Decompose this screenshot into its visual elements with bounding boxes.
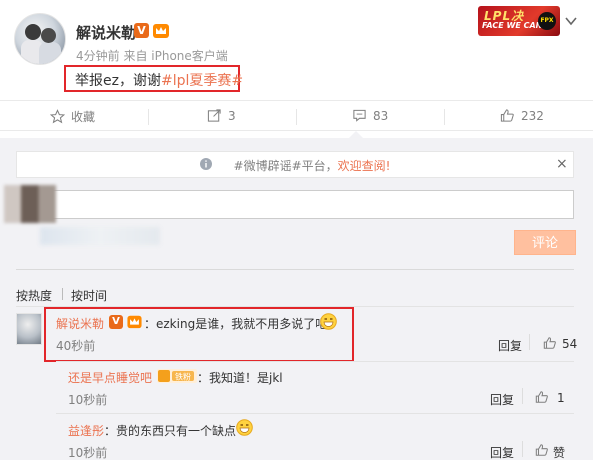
reply-button[interactable]: 回复	[498, 337, 522, 354]
action-bar: 收藏 3 83 232	[0, 100, 593, 131]
author-name[interactable]: 解说米勒	[76, 22, 136, 43]
vip-crown-icon	[153, 24, 169, 38]
close-icon[interactable]: ×	[556, 156, 568, 172]
thumbs-up-icon[interactable]	[535, 443, 549, 457]
action-separator	[529, 334, 530, 350]
post-body: 举报ez，谢谢	[75, 73, 161, 89]
reply-button[interactable]: 回复	[490, 391, 514, 408]
sort-by-hot[interactable]: 按热度	[16, 287, 52, 304]
notice-text: #微博辟谣#平台，欢迎查阅!	[0, 157, 590, 174]
reply-time: 10秒前	[68, 393, 108, 407]
svg-text:铁粉: 铁粉	[175, 372, 191, 382]
reply-author[interactable]: 还是早点睡觉吧	[68, 369, 152, 386]
fpx-banner-image: LPL决 FACE WE CAN FPX	[478, 6, 560, 36]
comment-icon	[353, 109, 366, 122]
post-text: 举报ez，谢谢#lpl夏季赛#	[75, 70, 243, 90]
action-separator	[522, 388, 523, 404]
reply-author[interactable]: 益逢彤	[68, 422, 104, 439]
repost-button[interactable]: 3	[207, 108, 236, 123]
current-user-avatar	[4, 185, 56, 223]
reply-time: 10秒前	[68, 446, 108, 460]
fpx-logo: FPX	[538, 12, 556, 30]
repost-icon	[207, 109, 221, 122]
blurred-options	[40, 227, 160, 245]
reply-like-count: 1	[557, 391, 565, 405]
vip-crown-icon	[127, 315, 142, 329]
reply-text: ：我知道！是jkl	[197, 371, 283, 385]
sort-by-time[interactable]: 按时间	[71, 287, 107, 304]
comment-author[interactable]: 解说米勒	[56, 315, 104, 332]
like-count: 232	[521, 108, 544, 123]
comment-like-count: 54	[562, 337, 578, 351]
grin-emoji-icon	[320, 313, 337, 330]
chevron-down-icon[interactable]	[564, 14, 578, 28]
grin-emoji-icon	[236, 419, 253, 436]
thumbs-up-icon	[500, 109, 514, 122]
comment-text: ：ezking是谁，我就不用多说了吧	[144, 317, 328, 331]
comment-button[interactable]: 83	[352, 108, 388, 123]
panel-divider	[16, 269, 574, 270]
notice-link[interactable]: 欢迎查阅!	[338, 159, 391, 173]
hashtag-link[interactable]: #lpl夏季赛#	[161, 73, 243, 89]
favorite-button[interactable]: 收藏	[50, 108, 95, 125]
notice-body: #微博辟谣#平台，	[233, 159, 338, 173]
panel-caret	[349, 131, 363, 138]
comment-input[interactable]	[16, 190, 574, 219]
thumbs-up-icon[interactable]	[535, 390, 549, 404]
comment-time: 40秒前	[56, 339, 96, 353]
commenter-avatar[interactable]	[16, 313, 42, 345]
reply-like-label: 赞	[553, 446, 566, 460]
reply-button[interactable]: 回复	[490, 444, 514, 460]
thumbs-up-icon[interactable]	[543, 336, 557, 350]
fan-badge-icon: 铁粉	[157, 369, 197, 383]
sort-separator	[62, 288, 63, 300]
action-separator	[522, 441, 523, 457]
submit-comment-button[interactable]: 评论	[514, 230, 576, 255]
row-divider	[56, 413, 574, 414]
banner-slogan: FACE WE CAN	[482, 21, 543, 30]
row-divider	[56, 361, 574, 362]
favorite-label: 收藏	[71, 110, 96, 124]
verified-badge-icon: V	[109, 315, 123, 329]
like-button[interactable]: 232	[500, 108, 544, 123]
post-meta: 4分钟前 来自 iPhone客户端	[76, 49, 228, 63]
reply-text: ：贵的东西只有一个缺点	[104, 424, 237, 438]
comment-count: 83	[373, 108, 389, 123]
repost-count: 3	[228, 108, 236, 123]
star-icon	[50, 109, 65, 124]
author-avatar[interactable]	[14, 13, 66, 65]
verified-badge-icon: V	[134, 23, 149, 38]
